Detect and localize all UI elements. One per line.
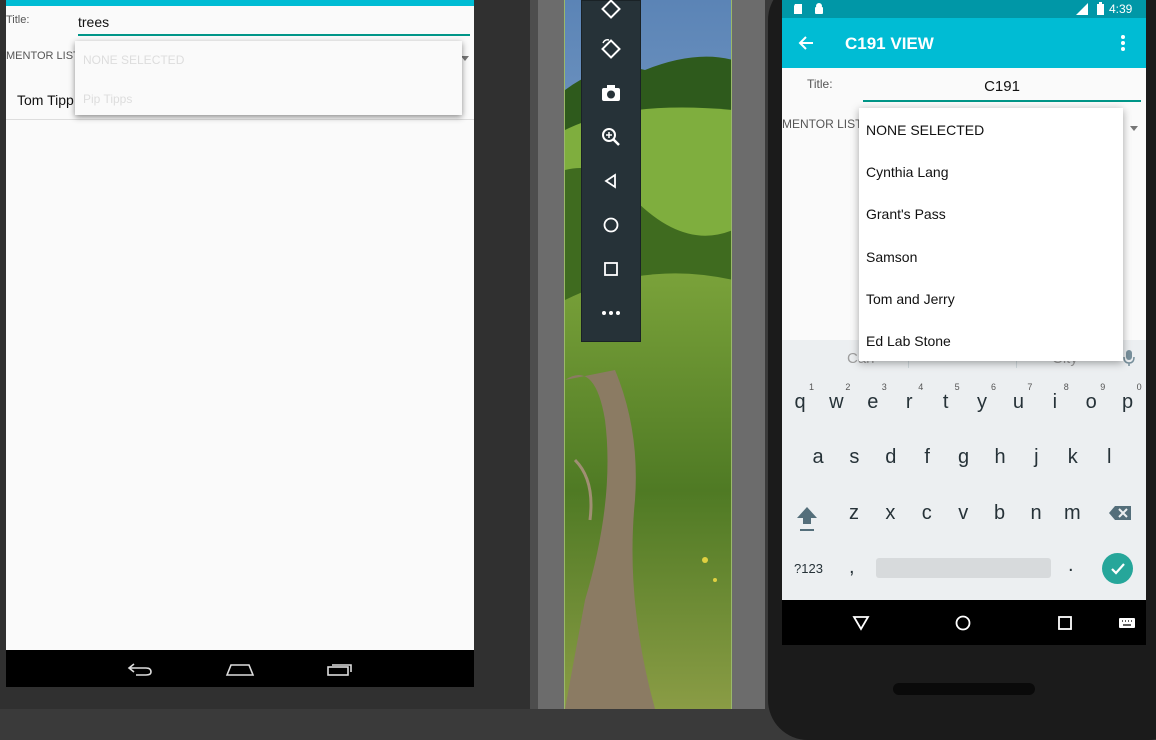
left-device-screen: Title: trees MENTOR LIST Tom Tipp NONE S…: [6, 0, 474, 650]
key-e[interactable]: e: [855, 391, 891, 414]
status-time: 4:39: [1109, 2, 1133, 16]
frame-edge: [530, 0, 538, 709]
dropdown-item[interactable]: Grant's Pass: [866, 206, 946, 222]
overview-icon[interactable]: [597, 255, 625, 283]
emulator-side-toolbar: [581, 0, 641, 342]
space-bar[interactable]: [876, 558, 1051, 578]
status-bar: 4:39: [782, 0, 1146, 18]
key-b[interactable]: b: [982, 502, 1018, 525]
key-u[interactable]: u: [1000, 391, 1036, 414]
home-icon[interactable]: [218, 650, 262, 687]
dropdown-item[interactable]: Pip Tipps: [83, 92, 132, 106]
key-hint-number: 1: [809, 382, 815, 392]
key-p[interactable]: p: [1110, 391, 1146, 414]
zoom-icon[interactable]: [597, 123, 625, 151]
key-k[interactable]: k: [1055, 446, 1091, 469]
done-key[interactable]: [1102, 553, 1133, 584]
app-toolbar: C191 VIEW: [782, 18, 1146, 68]
rotate-right-icon[interactable]: [597, 35, 625, 63]
key-hint-number: 8: [1063, 382, 1069, 392]
key-hint-number: 3: [881, 382, 887, 392]
dropdown-item[interactable]: Tom and Jerry: [866, 291, 955, 307]
back-arrow-icon[interactable]: [798, 35, 814, 51]
key-t[interactable]: t: [928, 391, 964, 414]
keyboard-icon[interactable]: [1114, 600, 1140, 645]
rotate-left-icon[interactable]: [597, 0, 625, 23]
title-label: Title:: [807, 77, 833, 91]
back-icon[interactable]: [118, 650, 162, 687]
key-hint-number: 4: [918, 382, 924, 392]
recents-icon[interactable]: [1050, 600, 1080, 645]
mentor-list-label: MENTOR LIST: [6, 50, 80, 62]
key-hint-number: 6: [991, 382, 997, 392]
key-j[interactable]: j: [1018, 446, 1054, 469]
key-d[interactable]: d: [873, 446, 909, 469]
left-app-bar: [6, 0, 474, 6]
key-g[interactable]: g: [946, 446, 982, 469]
key-h[interactable]: h: [982, 446, 1018, 469]
key-f[interactable]: f: [909, 446, 945, 469]
dropdown-item[interactable]: Cynthia Lang: [866, 164, 949, 180]
key-hint-number: 7: [1027, 382, 1033, 392]
title-input[interactable]: C191: [863, 78, 1141, 102]
key-y[interactable]: y: [964, 391, 1000, 414]
left-navigation-bar: [6, 650, 474, 687]
phone-speaker-grille: [893, 683, 1035, 695]
key-hint-number: 2: [845, 382, 851, 392]
backspace-icon[interactable]: [1108, 505, 1132, 521]
key-v[interactable]: v: [945, 502, 981, 525]
sd-card-icon: [794, 4, 802, 14]
key-s[interactable]: s: [836, 446, 872, 469]
battery-icon: [1097, 2, 1104, 15]
recents-icon[interactable]: [318, 650, 362, 687]
android-icon: [815, 3, 823, 14]
more-icon[interactable]: [597, 299, 625, 327]
key-i[interactable]: i: [1037, 391, 1073, 414]
key-hint-number: 0: [1136, 382, 1142, 392]
divider: [6, 119, 474, 120]
back-icon[interactable]: [846, 600, 876, 645]
dropdown-item[interactable]: NONE SELECTED: [866, 122, 984, 138]
camera-icon[interactable]: [597, 79, 625, 107]
dropdown-item[interactable]: Ed Lab Stone: [866, 333, 951, 349]
dropdown-item[interactable]: NONE SELECTED: [83, 53, 184, 67]
key-hint-number: 9: [1100, 382, 1106, 392]
dropdown-item[interactable]: Samson: [866, 249, 917, 265]
back-icon[interactable]: [597, 167, 625, 195]
key-m[interactable]: m: [1054, 502, 1090, 525]
key-hint-number: 5: [954, 382, 960, 392]
mentor-list-label: MENTOR LIST: [782, 117, 863, 131]
key-x[interactable]: x: [872, 502, 908, 525]
title-label: Title:: [6, 14, 30, 26]
key-l[interactable]: l: [1091, 446, 1127, 469]
title-input[interactable]: trees: [78, 14, 470, 36]
spinner-arrow-icon[interactable]: [1130, 126, 1138, 131]
comma-key[interactable]: ,: [849, 556, 855, 579]
key-c[interactable]: c: [909, 502, 945, 525]
list-item[interactable]: Tom Tipp: [17, 92, 74, 108]
home-icon[interactable]: [597, 211, 625, 239]
mentor-dropdown[interactable]: NONE SELECTED Pip Tipps: [75, 41, 462, 115]
symbols-key[interactable]: ?123: [794, 561, 823, 576]
key-r[interactable]: r: [891, 391, 927, 414]
toolbar-title: C191 VIEW: [845, 34, 934, 53]
key-n[interactable]: n: [1018, 502, 1054, 525]
right-navigation-bar: [782, 600, 1146, 645]
shift-icon[interactable]: [796, 505, 818, 533]
key-q[interactable]: q: [782, 391, 818, 414]
key-z[interactable]: z: [836, 502, 872, 525]
checkmark-icon: [1110, 562, 1125, 575]
signal-icon: [1076, 3, 1088, 15]
overflow-menu-icon[interactable]: [1120, 34, 1126, 52]
key-a[interactable]: a: [800, 446, 836, 469]
period-key[interactable]: .: [1068, 554, 1074, 577]
spinner-arrow-icon[interactable]: [461, 56, 469, 61]
home-icon[interactable]: [948, 600, 978, 645]
soft-keyboard: Can City q1w2e3r4t5y6u7i8o9p0 asdfghjkl …: [782, 340, 1146, 600]
right-device-screen: 4:39 C191 VIEW Title: C191 MENTOR LIST C…: [782, 0, 1146, 645]
key-o[interactable]: o: [1073, 391, 1109, 414]
microphone-icon[interactable]: [1123, 349, 1135, 367]
key-w[interactable]: w: [818, 391, 854, 414]
mentor-dropdown[interactable]: NONE SELECTED Cynthia Lang Grant's Pass …: [859, 108, 1123, 361]
